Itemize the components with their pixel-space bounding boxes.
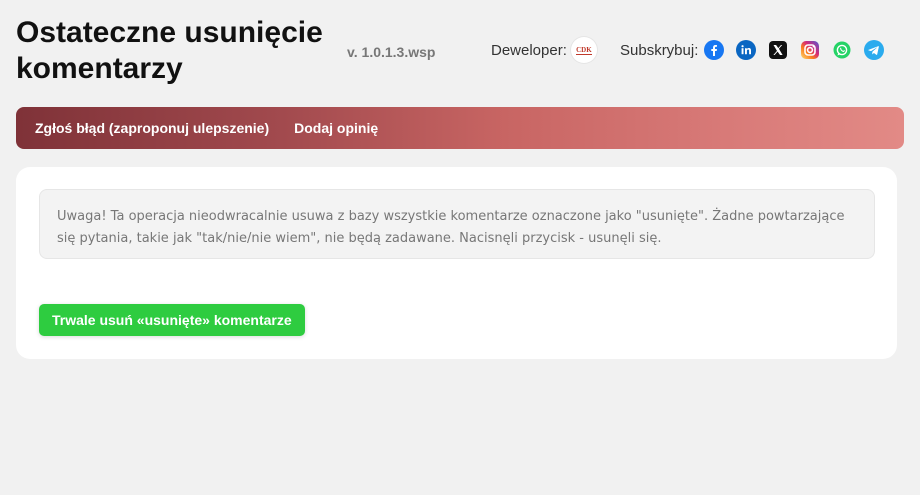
subscribe-label: Subskrybuj:: [620, 41, 699, 59]
linkedin-icon[interactable]: [736, 40, 757, 60]
subscribe-section: Subskrybuj:: [620, 37, 885, 63]
report-bug-link[interactable]: Zgłoś błąd (zaproponuj ulepszenie): [35, 120, 269, 136]
version-label: v. 1.0.1.3.wsp: [347, 44, 436, 60]
add-review-link[interactable]: Dodaj opinię: [294, 120, 378, 136]
telegram-icon[interactable]: [864, 40, 885, 60]
warning-message: Uwaga! Ta operacja nieodwracalnie usuwa …: [39, 189, 875, 259]
header: Ostateczne usunięcie komentarzy v. 1.0.1…: [0, 0, 920, 100]
page-title: Ostateczne usunięcie komentarzy: [16, 16, 323, 85]
whatsapp-icon[interactable]: [832, 40, 852, 60]
main-card: Uwaga! Ta operacja nieodwracalnie usuwa …: [16, 167, 897, 359]
developer-label: Deweloper:: [491, 41, 567, 59]
developer-logo[interactable]: CDK: [570, 37, 597, 63]
top-nav-bar: Zgłoś błąd (zaproponuj ulepszenie) Dodaj…: [16, 107, 904, 149]
x-icon[interactable]: [768, 40, 788, 60]
instagram-icon[interactable]: [800, 40, 820, 60]
developer-section: Deweloper: CDK: [491, 37, 597, 63]
social-links: [704, 40, 885, 60]
delete-comments-button[interactable]: Trwale usuń «usunięte» komentarze: [39, 304, 305, 336]
facebook-icon[interactable]: [704, 40, 725, 60]
developer-logo-text: CDK: [576, 45, 592, 55]
